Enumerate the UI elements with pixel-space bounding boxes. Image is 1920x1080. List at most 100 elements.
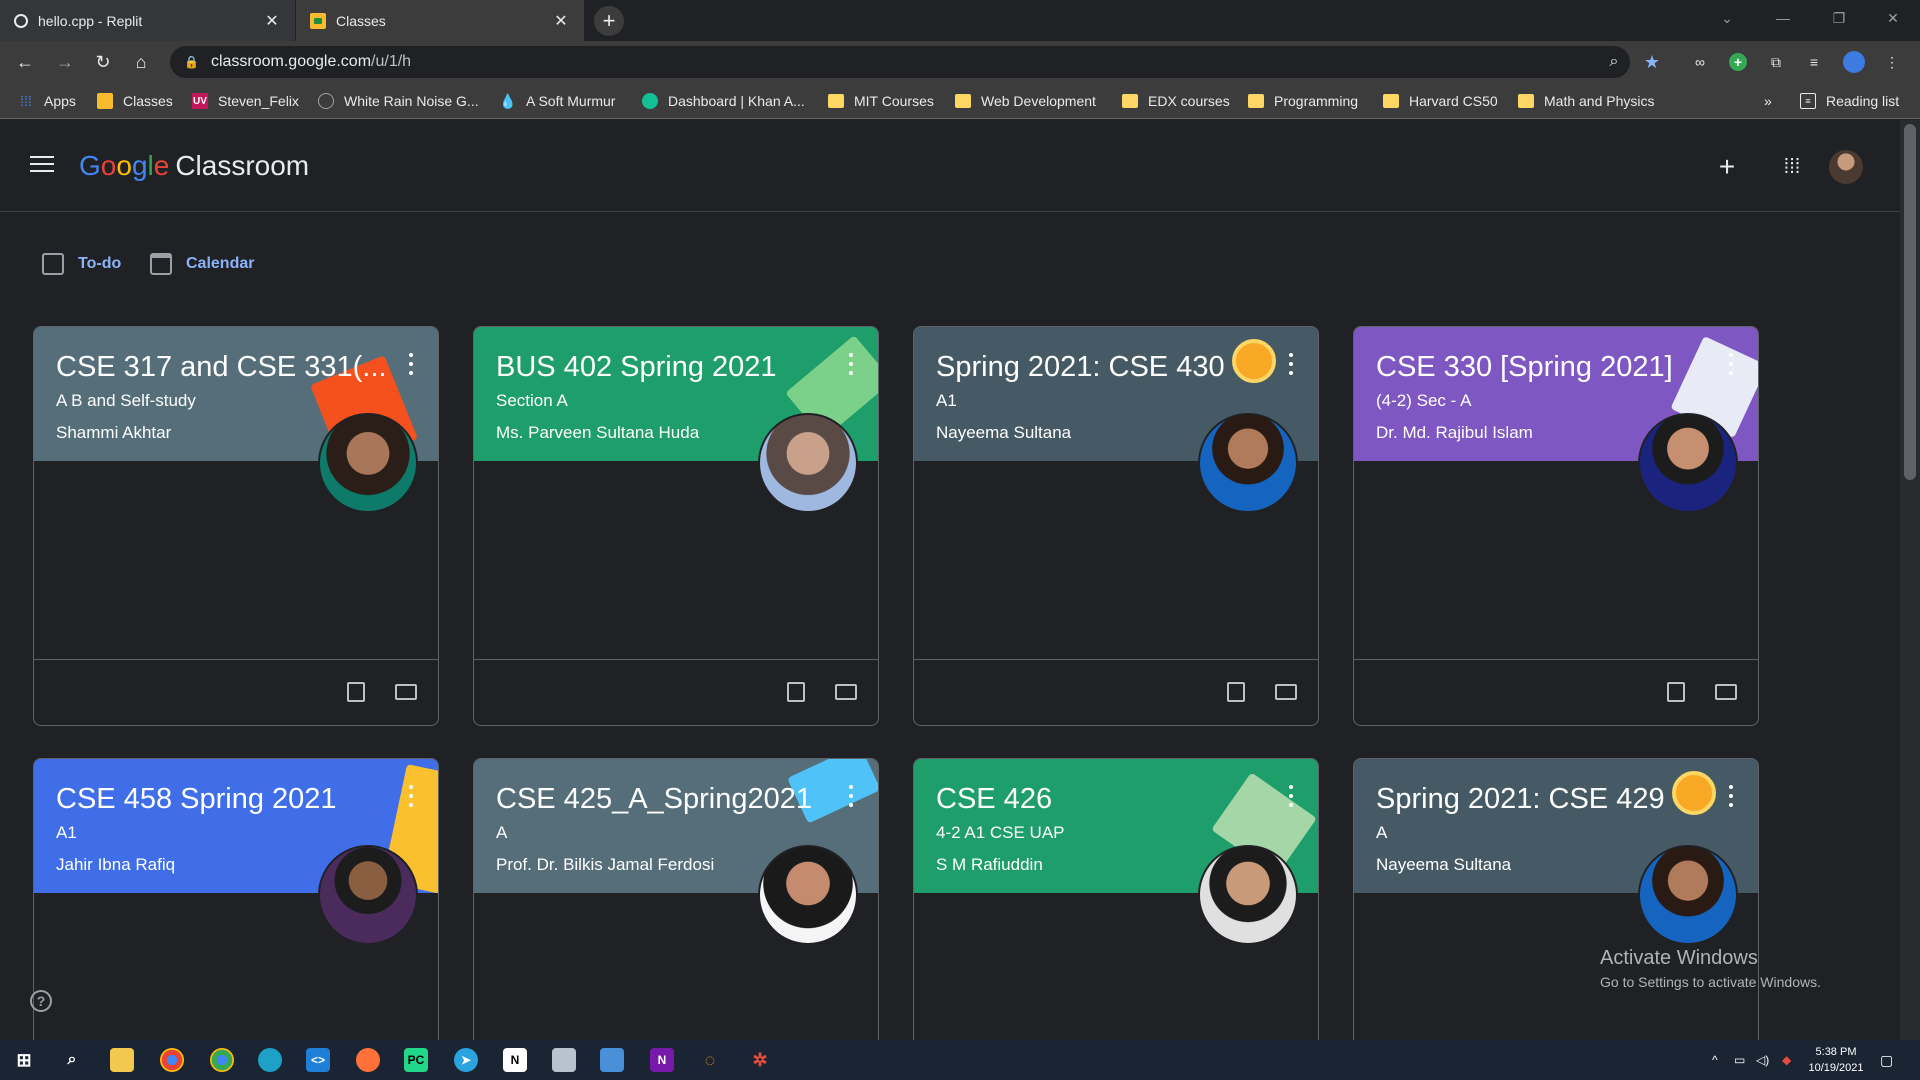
restore-button[interactable]: ❐ — [1812, 0, 1866, 36]
bookmark-classes[interactable]: Classes — [97, 91, 173, 111]
class-title[interactable]: Spring 2021: CSE 429 — [1376, 783, 1665, 816]
back-button[interactable]: ← — [12, 49, 38, 75]
bookmark-mit[interactable]: MIT Courses — [828, 91, 934, 111]
class-title[interactable]: Spring 2021: CSE 430 — [936, 351, 1225, 384]
system-clock[interactable]: 5:38 PM 10/19/2021 — [1798, 1044, 1874, 1076]
notion-icon[interactable]: N — [503, 1048, 527, 1072]
class-title[interactable]: CSE 330 [Spring 2021] — [1376, 351, 1673, 384]
google-apps-grid-icon[interactable]: ⁞⁞⁞ — [1777, 152, 1807, 182]
teacher-name[interactable]: Prof. Dr. Bilkis Jamal Ferdosi — [496, 855, 714, 875]
onenote-icon[interactable]: N — [650, 1048, 674, 1072]
file-explorer-icon[interactable] — [110, 1048, 134, 1072]
vscode-icon[interactable]: <> — [306, 1048, 330, 1072]
page-scrollbar[interactable] — [1900, 120, 1920, 1040]
class-card[interactable]: Spring 2021: CSE 429 A Nayeema Sultana — [1353, 758, 1759, 1048]
class-title[interactable]: CSE 317 and CSE 331(... — [56, 351, 386, 384]
teacher-name[interactable]: Dr. Md. Rajibul Islam — [1376, 423, 1533, 443]
scrollbar-thumb[interactable] — [1904, 124, 1916, 480]
bookmark-math-physics[interactable]: Math and Physics — [1518, 91, 1655, 111]
calculator-icon[interactable] — [600, 1048, 624, 1072]
bookmark-programming[interactable]: Programming — [1248, 91, 1358, 111]
close-icon[interactable]: ✕ — [263, 12, 281, 30]
address-bar[interactable]: 🔒 classroom.google.com/u/1/h — [170, 46, 1630, 78]
card-options-menu-icon[interactable] — [1728, 353, 1734, 375]
class-card[interactable]: CSE 425_A_Spring2021 A Prof. Dr. Bilkis Ja… — [473, 758, 879, 1048]
card-options-menu-icon[interactable] — [1288, 353, 1294, 375]
bookmarks-overflow[interactable]: » — [1764, 91, 1772, 111]
tab-replit[interactable]: hello.cpp - Replit ✕ — [0, 0, 296, 41]
class-title[interactable]: CSE 425_A_Spring2021 — [496, 783, 812, 816]
your-work-icon[interactable] — [1664, 680, 1688, 704]
extensions-puzzle-icon[interactable]: ⧉ — [1764, 50, 1788, 74]
drive-folder-icon[interactable] — [834, 680, 858, 704]
firefox-icon[interactable] — [356, 1048, 380, 1072]
class-card[interactable]: BUS 402 Spring 2021 Section A Ms. Parveen … — [473, 326, 879, 726]
reading-list-button[interactable]: ≡ Reading list — [1800, 91, 1899, 111]
your-work-icon[interactable] — [1224, 680, 1248, 704]
messaging-app-icon[interactable] — [552, 1048, 576, 1072]
windows-start-icon[interactable]: ⊞ — [12, 1048, 36, 1072]
bookmark-apps[interactable]: ⁞⁞⁞ Apps — [18, 91, 76, 111]
telegram-icon[interactable]: ➤ — [454, 1048, 478, 1072]
class-card[interactable]: CSE 330 [Spring 2021] (4-2) Sec - A Dr. Md… — [1353, 326, 1759, 726]
teacher-name[interactable]: Ms. Parveen Sultana Huda — [496, 423, 699, 443]
tab-search-icon[interactable]: ⌄ — [1700, 0, 1754, 36]
drive-folder-icon[interactable] — [1274, 680, 1298, 704]
card-options-menu-icon[interactable] — [848, 353, 854, 375]
create-join-plus-icon[interactable]: + — [1712, 151, 1742, 182]
main-menu-icon[interactable] — [30, 156, 54, 176]
card-options-menu-icon[interactable] — [1728, 785, 1734, 807]
minimize-button[interactable]: — — [1756, 0, 1810, 36]
new-tab-button[interactable]: + — [594, 6, 624, 36]
bookmark-khan[interactable]: Dashboard | Khan A... — [642, 91, 805, 111]
class-title[interactable]: CSE 458 Spring 2021 — [56, 783, 337, 816]
tray-chevron-icon[interactable]: ^ — [1712, 1040, 1718, 1080]
profile-avatar-icon[interactable] — [1842, 50, 1866, 74]
your-work-icon[interactable] — [784, 680, 808, 704]
drive-folder-icon[interactable] — [1714, 680, 1738, 704]
teacher-name[interactable]: Shammi Akhtar — [56, 423, 171, 443]
card-options-menu-icon[interactable] — [848, 785, 854, 807]
your-work-icon[interactable] — [344, 680, 368, 704]
network-icon[interactable]: ▭ — [1734, 1040, 1745, 1080]
teacher-name[interactable]: S M Rafiuddin — [936, 855, 1043, 875]
teacher-name[interactable]: Jahir Ibna Rafiq — [56, 855, 175, 875]
pycharm-icon[interactable]: PC — [404, 1048, 428, 1072]
class-card[interactable]: CSE 317 and CSE 331(... A B and Self-stud… — [33, 326, 439, 726]
calendar-link[interactable]: Calendar — [150, 253, 254, 275]
menu-kebab-icon[interactable]: ⋮ — [1880, 50, 1904, 74]
bookmark-white-rain[interactable]: White Rain Noise G... — [318, 91, 479, 111]
card-options-menu-icon[interactable] — [408, 785, 414, 807]
forward-button[interactable]: → — [52, 49, 78, 75]
todo-link[interactable]: To-do — [42, 253, 121, 275]
search-icon[interactable]: ⌕ — [60, 1048, 84, 1072]
card-options-menu-icon[interactable] — [408, 353, 414, 375]
jupyter-icon[interactable]: ◌ — [698, 1048, 722, 1072]
close-window-button[interactable]: ✕ — [1866, 0, 1920, 36]
class-title[interactable]: BUS 402 Spring 2021 — [496, 351, 777, 384]
bookmark-webdev[interactable]: Web Development — [955, 91, 1096, 111]
media-queue-icon[interactable]: ≡ — [1802, 50, 1826, 74]
edge-icon[interactable] — [258, 1048, 282, 1072]
reload-button[interactable]: ↻ — [90, 49, 116, 75]
help-icon[interactable]: ? — [30, 990, 52, 1012]
card-options-menu-icon[interactable] — [1288, 785, 1294, 807]
bookmark-cs50[interactable]: Harvard CS50 — [1383, 91, 1498, 111]
class-card[interactable]: CSE 426 4-2 A1 CSE UAP S M Rafiuddin — [913, 758, 1319, 1048]
class-title[interactable]: CSE 426 — [936, 783, 1052, 816]
bookmark-soft-murmur[interactable]: 💧 A Soft Murmur — [499, 91, 615, 111]
teacher-name[interactable]: Nayeema Sultana — [936, 423, 1071, 443]
class-card[interactable]: Spring 2021: CSE 430 A1 Nayeema Sultana — [913, 326, 1319, 726]
extension-plus-icon[interactable]: + — [1726, 50, 1750, 74]
class-card[interactable]: CSE 458 Spring 2021 A1 Jahir Ibna Rafiq — [33, 758, 439, 1048]
bookmark-steven-felix[interactable]: UV Steven_Felix — [192, 91, 299, 111]
antivirus-icon[interactable]: ◆ — [1782, 1040, 1791, 1080]
drive-folder-icon[interactable] — [394, 680, 418, 704]
close-icon[interactable]: ✕ — [552, 12, 570, 30]
bookmark-edx[interactable]: EDX courses — [1122, 91, 1230, 111]
settings-gear-app-icon[interactable]: ✲ — [748, 1048, 772, 1072]
home-button[interactable]: ⌂ — [128, 49, 154, 75]
chrome-profile-icon[interactable] — [210, 1048, 234, 1072]
extension-glasses-icon[interactable]: ∞ — [1688, 50, 1712, 74]
volume-icon[interactable]: ◁) — [1756, 1040, 1769, 1080]
